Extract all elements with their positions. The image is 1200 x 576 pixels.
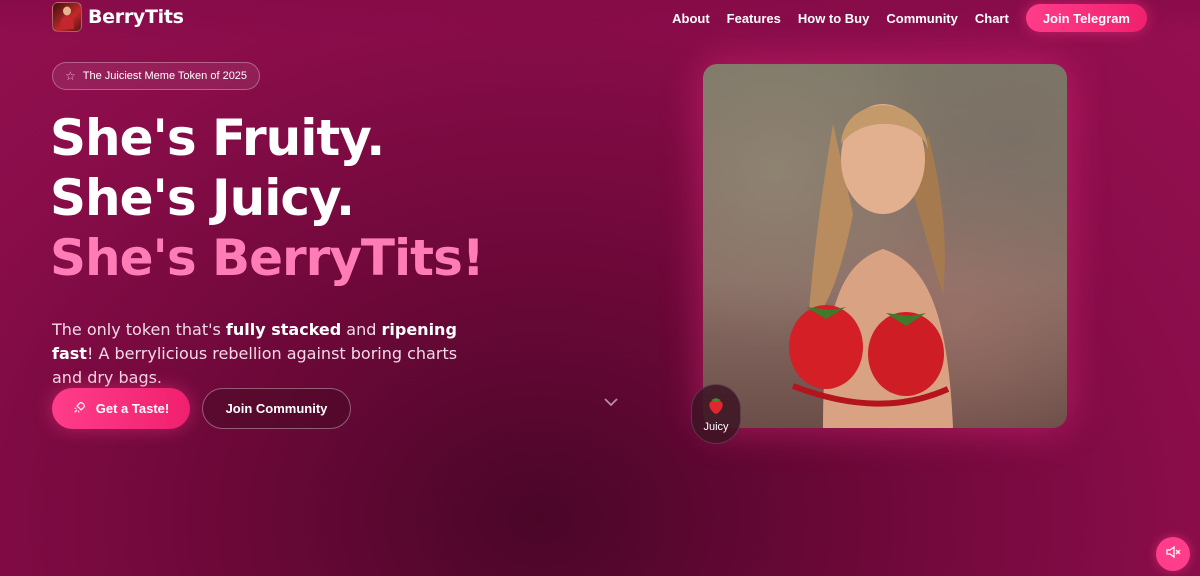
hero-image	[703, 64, 1067, 428]
main-nav: About Features How to Buy Community Char…	[655, 4, 1147, 32]
lede-bold-1: fully stacked	[225, 320, 342, 339]
speaker-mute-icon	[1165, 544, 1181, 564]
get-a-taste-button[interactable]: Get a Taste!	[52, 388, 190, 429]
get-a-taste-label: Get a Taste!	[95, 401, 170, 416]
strawberry-icon	[707, 395, 725, 418]
hero-description: The only token that's fully stacked and …	[52, 318, 492, 390]
headline-line-1: She's Fruity.	[50, 109, 385, 167]
juicy-chip-label: Juicy	[703, 421, 729, 433]
brand[interactable]: BerryTits	[52, 2, 184, 32]
hero-headline: She's Fruity. She's Juicy. She's BerryTi…	[50, 108, 485, 288]
lede-text-3: ! A berrylicious rebellion against borin…	[52, 344, 458, 387]
headline-line-2: She's Juicy.	[50, 169, 355, 227]
nav-features[interactable]: Features	[727, 11, 781, 26]
nav-community[interactable]: Community	[886, 11, 958, 26]
join-telegram-button[interactable]: Join Telegram	[1025, 4, 1147, 32]
nav-about[interactable]: About	[672, 11, 710, 26]
hero-badge: ☆ The Juiciest Meme Token of 2025	[52, 62, 261, 90]
lede-text-2: and	[341, 320, 382, 339]
rocket-icon	[73, 401, 86, 417]
lede-text-1: The only token that's	[52, 320, 226, 339]
headline-line-3: She's BerryTits!	[50, 229, 485, 287]
sound-toggle-button[interactable]	[1156, 537, 1190, 571]
nav-chart[interactable]: Chart	[975, 11, 1009, 26]
hero-badge-label: The Juiciest Meme Token of 2025	[82, 70, 248, 82]
star-icon: ☆	[65, 69, 76, 83]
juicy-chip: Juicy	[691, 384, 741, 444]
nav-how-to-buy[interactable]: How to Buy	[798, 11, 870, 26]
join-community-button[interactable]: Join Community	[202, 388, 351, 429]
brand-name: BerryTits	[88, 6, 184, 28]
chevron-down-icon[interactable]	[603, 394, 619, 410]
brand-logo-icon	[52, 2, 82, 32]
